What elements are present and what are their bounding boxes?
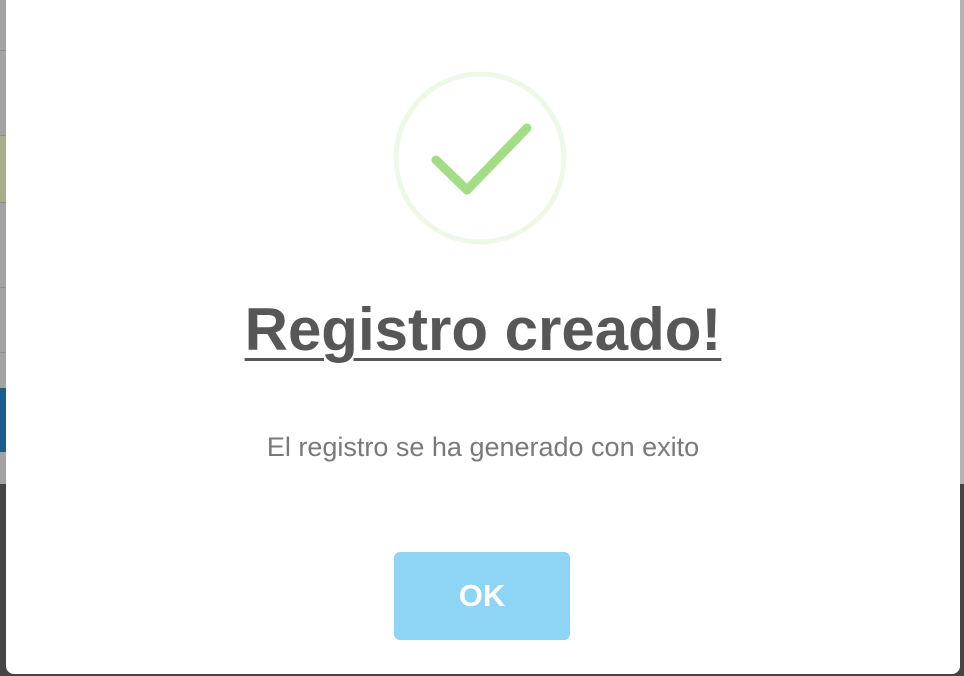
success-check-icon <box>393 71 567 245</box>
ok-button[interactable]: OK <box>394 552 570 640</box>
dialog-title: Registro creado! <box>244 296 722 363</box>
dialog-message: El registro se ha generado con exito <box>266 432 700 462</box>
background-scroll-edge <box>960 0 964 484</box>
success-ring <box>393 71 567 245</box>
checkmark <box>431 123 532 195</box>
success-dialog: Registro creado! El registro se ha gener… <box>6 0 960 674</box>
